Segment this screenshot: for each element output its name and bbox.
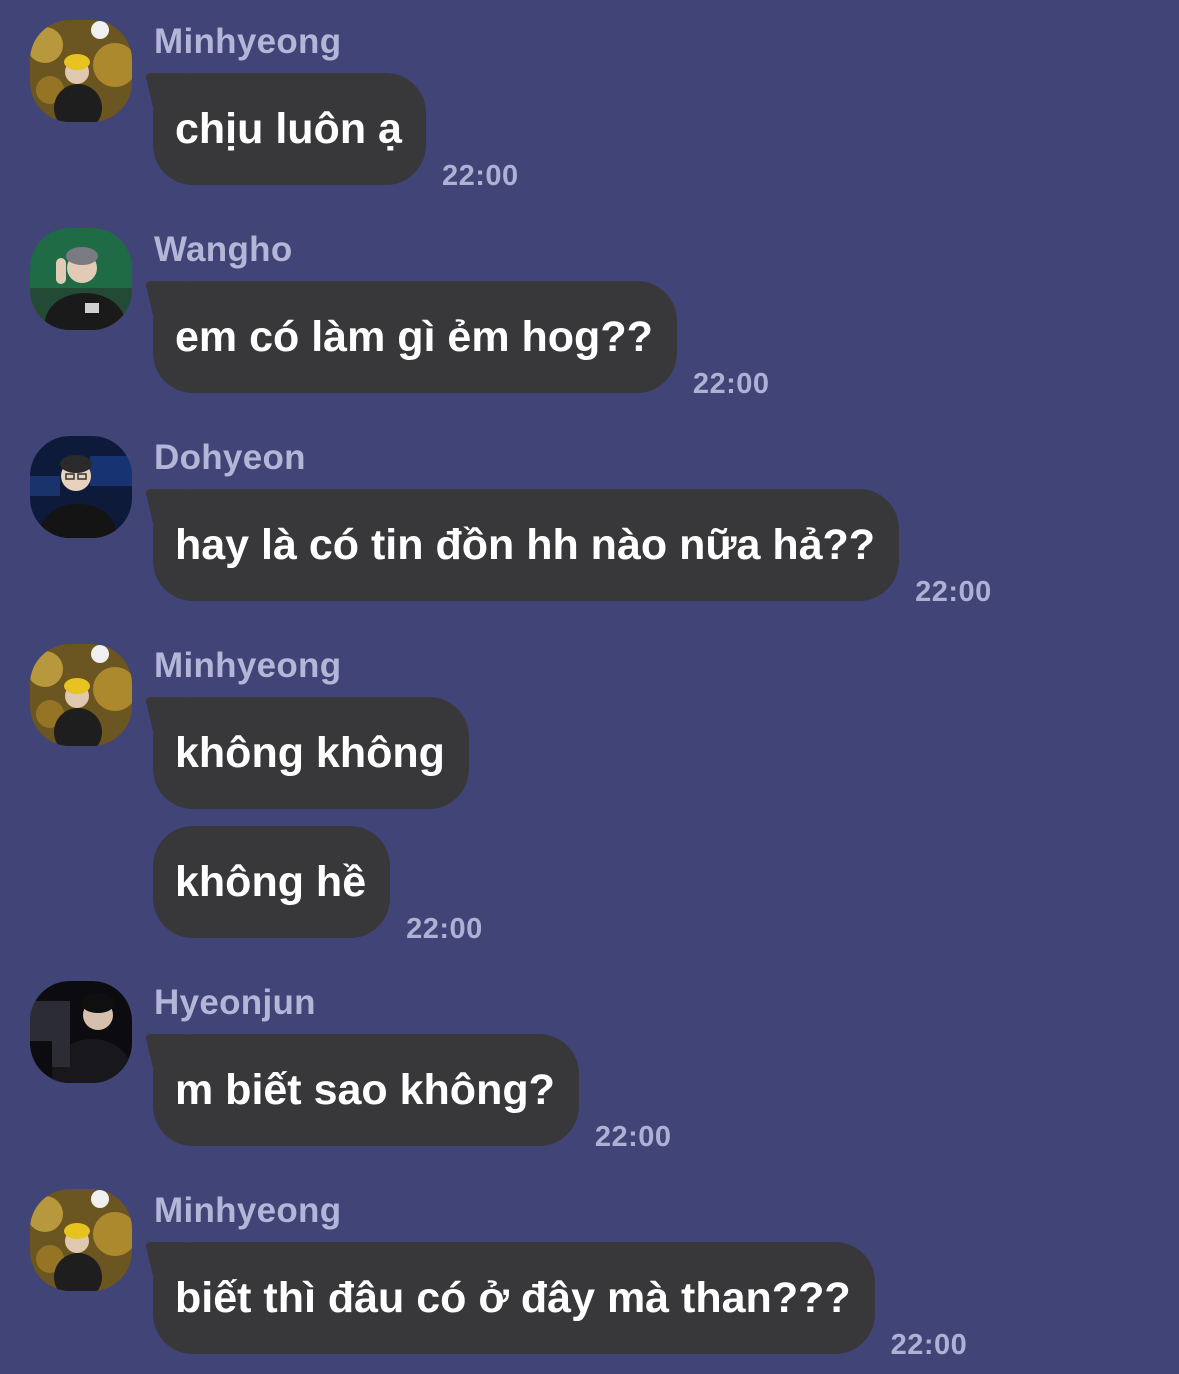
- chat-thread[interactable]: Minhyeong chịu luôn ạ 22:00 Wangho em có…: [0, 0, 1179, 1374]
- avatar-wangho-icon[interactable]: [30, 228, 132, 330]
- avatar-minhyeong-icon[interactable]: [30, 1189, 132, 1291]
- sender-name: Minhyeong: [154, 22, 342, 61]
- sender-name: Dohyeon: [154, 438, 306, 477]
- sender-name: Wangho: [154, 230, 293, 269]
- avatar-minhyeong-icon[interactable]: [30, 20, 132, 122]
- timestamp: 22:00: [890, 1329, 968, 1361]
- timestamp: 22:00: [915, 576, 992, 608]
- sender-name: Minhyeong: [154, 646, 342, 685]
- avatar-hyeonjun-icon[interactable]: [30, 981, 132, 1083]
- message-row: biết thì đâu có ở đây mà than??? 22:00: [153, 1242, 967, 1361]
- avatar-minhyeong-icon[interactable]: [30, 644, 132, 746]
- sender-name: Hyeonjun: [154, 983, 316, 1022]
- message-bubble[interactable]: biết thì đâu có ở đây mà than???: [153, 1242, 875, 1354]
- message-row: không hề 22:00: [153, 826, 483, 945]
- message-bubble[interactable]: không hề: [153, 826, 391, 938]
- message-row: hay là có tin đồn hh nào nữa hả?? 22:00: [153, 489, 992, 608]
- message-bubble[interactable]: hay là có tin đồn hh nào nữa hả??: [153, 489, 900, 601]
- message-bubble[interactable]: m biết sao không?: [153, 1034, 579, 1146]
- avatar-dohyeon-icon[interactable]: [30, 436, 132, 538]
- timestamp: 22:00: [406, 913, 483, 945]
- message-bubble[interactable]: không không: [153, 697, 469, 809]
- message-row: em có làm gì ẻm hog?? 22:00: [153, 281, 770, 400]
- sender-name: Minhyeong: [154, 1191, 342, 1230]
- message-bubble[interactable]: chịu luôn ạ: [153, 73, 426, 185]
- timestamp: 22:00: [441, 160, 519, 192]
- timestamp: 22:00: [594, 1121, 672, 1153]
- message-row: chịu luôn ạ 22:00: [153, 73, 519, 192]
- message-bubble[interactable]: em có làm gì ẻm hog??: [153, 281, 677, 393]
- timestamp: 22:00: [692, 368, 770, 400]
- message-row: không không: [153, 697, 469, 809]
- message-row: m biết sao không? 22:00: [153, 1034, 672, 1153]
